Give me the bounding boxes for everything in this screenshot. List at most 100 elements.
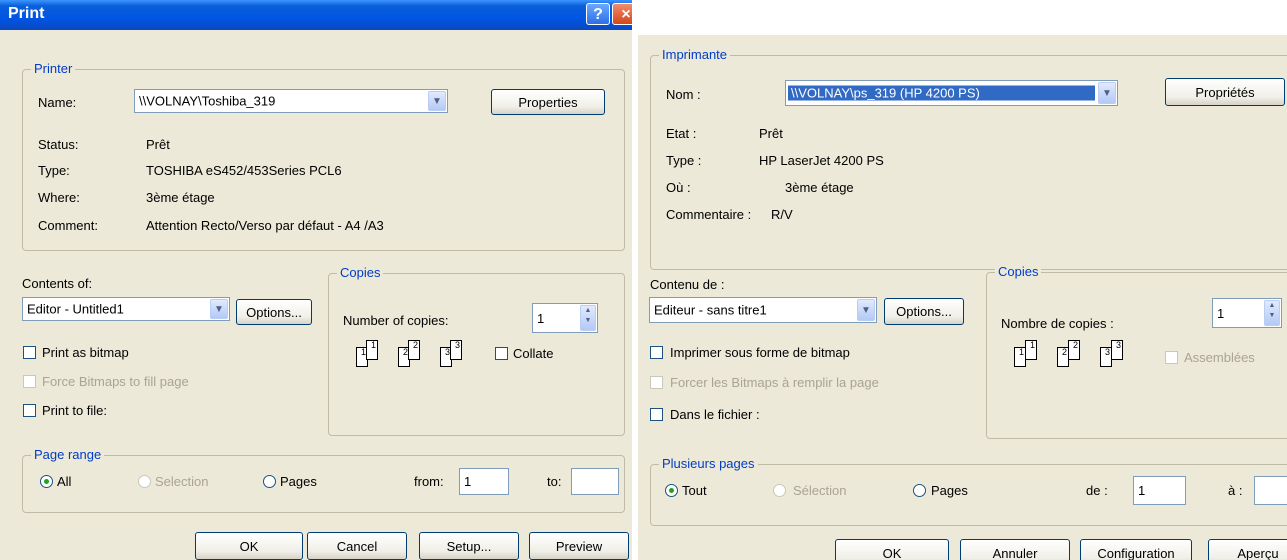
- contents-label: Contenu de :: [650, 277, 725, 292]
- options-button[interactable]: Options...: [236, 299, 312, 325]
- where-label: Where:: [38, 190, 80, 205]
- status-label: Status:: [38, 137, 79, 152]
- page-range-legend: Plusieurs pages: [659, 456, 758, 471]
- name-label: Nom :: [666, 87, 701, 102]
- print-as-bitmap-checkbox[interactable]: [23, 346, 36, 359]
- pages-radio[interactable]: [913, 484, 926, 497]
- close-button[interactable]: ×: [612, 3, 632, 25]
- type-label: Type :: [666, 153, 702, 168]
- page-range-legend: Page range: [31, 447, 105, 462]
- spinner-icon[interactable]: ▲ ▼: [580, 305, 596, 331]
- title-bar: Print ? ×: [0, 0, 632, 30]
- cancel-button[interactable]: Cancel: [307, 532, 407, 560]
- chevron-down-icon[interactable]: ▼: [857, 299, 875, 321]
- chevron-down-icon[interactable]: ▼: [428, 91, 446, 111]
- collate-checkbox[interactable]: [495, 347, 508, 360]
- printer-name-select[interactable]: \\VOLNAY\ps_319 (HP 4200 PS) ▼: [785, 80, 1118, 106]
- force-bitmaps-label: Forcer les Bitmaps à remplir la page: [670, 375, 879, 390]
- comment-value: Attention Recto/Verso par défaut - A4 /A…: [146, 218, 384, 233]
- collate-checkbox[interactable]: [1165, 351, 1178, 364]
- pages-label: Pages: [931, 483, 968, 498]
- number-of-copies-value: 1: [537, 310, 545, 326]
- selection-radio[interactable]: [773, 484, 786, 497]
- all-label: Tout: [682, 483, 707, 498]
- print-dialog-english: Print ? × Printer Name: \\VOLNAY\Toshiba…: [0, 0, 632, 560]
- to-input[interactable]: [1254, 476, 1287, 505]
- setup-button[interactable]: Configuration: [1080, 539, 1192, 560]
- number-of-copies-value: 1: [1217, 305, 1225, 321]
- selection-radio[interactable]: [138, 475, 151, 488]
- collate-page-icon: 2: [1068, 340, 1080, 360]
- contents-select[interactable]: Editeur - sans titre1 ▼: [649, 297, 877, 323]
- print-as-bitmap-label: Imprimer sous forme de bitmap: [670, 345, 850, 360]
- chevron-down-icon[interactable]: ▼: [1098, 82, 1116, 104]
- print-to-file-label: Dans le fichier :: [670, 407, 760, 422]
- properties-button[interactable]: Propriétés: [1165, 78, 1285, 106]
- collate-page-icon: 1: [1025, 340, 1037, 360]
- to-input[interactable]: [571, 468, 619, 495]
- type-value: HP LaserJet 4200 PS: [759, 153, 884, 168]
- print-dialog-french: Imprimante Nom : \\VOLNAY\ps_319 (HP 420…: [638, 35, 1287, 560]
- force-bitmaps-checkbox[interactable]: [23, 375, 36, 388]
- contents-value: Editor - Untitled1: [27, 301, 124, 317]
- force-bitmaps-checkbox[interactable]: [650, 376, 663, 389]
- ok-button[interactable]: OK: [835, 539, 949, 560]
- all-radio[interactable]: [665, 484, 678, 497]
- comment-label: Comment:: [38, 218, 98, 233]
- collate-page-icon: 1: [366, 340, 378, 360]
- print-to-file-label: Print to file:: [42, 403, 108, 418]
- selection-label: Selection: [155, 474, 209, 489]
- number-of-copies-input[interactable]: 1 ▲ ▼: [532, 303, 598, 333]
- properties-button[interactable]: Properties: [491, 89, 605, 115]
- collate-label: Collate: [513, 346, 554, 361]
- copies-legend: Copies: [995, 264, 1042, 279]
- status-value: Prêt: [146, 137, 170, 152]
- from-input[interactable]: 1: [459, 468, 509, 495]
- status-value: Prêt: [759, 126, 783, 141]
- contents-label: Contents of:: [22, 276, 93, 291]
- copies-legend: Copies: [337, 265, 384, 280]
- page-range-group: Plusieurs pages: [650, 456, 1287, 526]
- page-range-group: Page range: [22, 447, 625, 513]
- from-input[interactable]: 1: [1133, 476, 1186, 505]
- to-label: à :: [1228, 483, 1243, 498]
- preview-button[interactable]: Aperçu: [1208, 539, 1287, 560]
- all-label: All: [57, 474, 72, 489]
- options-button[interactable]: Options...: [884, 298, 964, 325]
- spinner-icon[interactable]: ▲ ▼: [1264, 300, 1280, 326]
- help-button[interactable]: ?: [586, 3, 610, 25]
- number-of-copies-input[interactable]: 1 ▲ ▼: [1212, 298, 1282, 328]
- print-to-file-checkbox[interactable]: [23, 404, 36, 417]
- type-value: TOSHIBA eS452/453Series PCL6: [146, 163, 342, 178]
- pages-radio[interactable]: [263, 475, 276, 488]
- comment-value: R/V: [771, 207, 793, 222]
- contents-select[interactable]: Editor - Untitled1 ▼: [22, 297, 230, 321]
- cancel-button[interactable]: Annuler: [960, 539, 1070, 560]
- print-as-bitmap-checkbox[interactable]: [650, 346, 663, 359]
- print-as-bitmap-label: Print as bitmap: [42, 345, 129, 360]
- setup-button[interactable]: Setup...: [419, 532, 519, 560]
- name-label: Name:: [38, 95, 77, 110]
- dialog-title: Print: [8, 5, 45, 22]
- from-value: 1: [1138, 483, 1146, 498]
- preview-button[interactable]: Preview: [529, 532, 629, 560]
- collate-label: Assemblées: [1184, 350, 1255, 365]
- status-label: Etat :: [666, 126, 697, 141]
- selection-label: Sélection: [793, 483, 847, 498]
- printer-name-select[interactable]: \\VOLNAY\Toshiba_319 ▼: [134, 89, 448, 113]
- printer-legend: Printer: [31, 61, 76, 76]
- ok-button[interactable]: OK: [195, 532, 303, 560]
- from-label: de :: [1086, 483, 1108, 498]
- where-value: 3ème étage: [785, 180, 854, 195]
- chevron-down-icon[interactable]: ▼: [210, 299, 228, 319]
- force-bitmaps-label: Force Bitmaps to fill page: [42, 374, 189, 389]
- print-to-file-checkbox[interactable]: [650, 408, 663, 421]
- to-label: to:: [547, 474, 562, 489]
- comment-label: Commentaire :: [666, 207, 752, 222]
- printer-name-value: \\VOLNAY\ps_319 (HP 4200 PS): [788, 85, 1095, 101]
- all-radio[interactable]: [40, 475, 53, 488]
- printer-name-value: \\VOLNAY\Toshiba_319: [139, 93, 276, 109]
- number-of-copies-label: Number of copies:: [343, 313, 449, 328]
- collate-page-icon: 3: [1111, 340, 1123, 360]
- type-label: Type:: [38, 163, 70, 178]
